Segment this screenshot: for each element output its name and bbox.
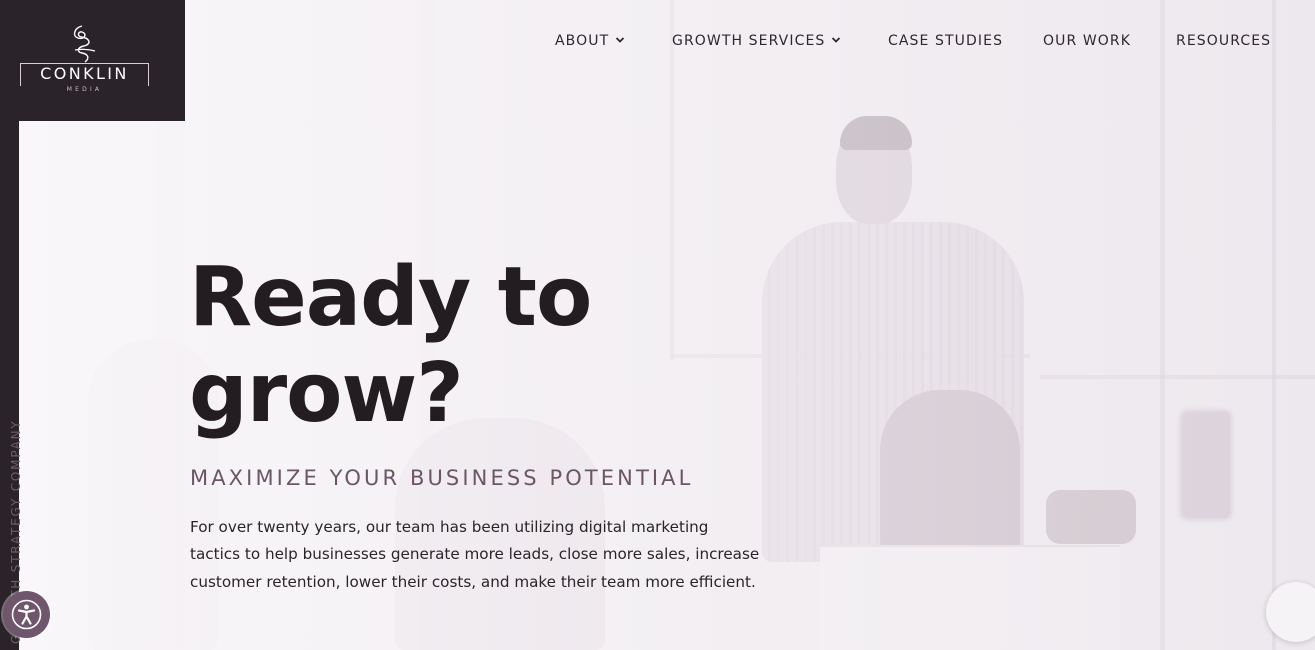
hero-title: Ready to grow? (189, 250, 592, 442)
nav-item-label: ABOUT (555, 33, 610, 49)
page: GROWTH STRATEGY COMPANY CONKLIN MEDIA AB… (0, 0, 1315, 650)
hero-description: For over twenty years, our team has been… (190, 518, 760, 591)
nav-item-label: CASE STUDIES (888, 33, 1004, 49)
chevron-down-icon (832, 37, 841, 43)
nav-item-case-studies[interactable]: CASE STUDIES (888, 30, 1003, 52)
nav-item-label: OUR WORK (1043, 33, 1132, 49)
logo-subtitle-text: MEDIA (62, 86, 107, 93)
hero-title-line-1: Ready to (189, 250, 592, 345)
logo[interactable]: CONKLIN MEDIA (0, 0, 185, 121)
nav-item-about[interactable]: ABOUT (555, 30, 626, 52)
nav-item-label: GROWTH SERVICES (672, 33, 826, 49)
main-nav: ABOUT GROWTH SERVICES CASE STUDIES OUR W… (0, 30, 1315, 52)
nav-item-growth-services[interactable]: GROWTH SERVICES (672, 30, 842, 52)
logo-wordmark: CONKLIN (40, 64, 129, 83)
hero-subtitle: MAXIMIZE YOUR BUSINESS POTENTIAL (190, 466, 694, 490)
logo-subtitle: MEDIA (20, 86, 149, 94)
nav-item-our-work[interactable]: OUR WORK (1043, 30, 1131, 52)
accessibility-button[interactable] (3, 591, 50, 638)
hero-title-line-2: grow? (189, 346, 464, 441)
nav-item-label: RESOURCES (1176, 33, 1272, 49)
nav-item-resources[interactable]: RESOURCES (1176, 30, 1271, 52)
chevron-down-icon (616, 37, 625, 43)
accessibility-person-icon (11, 599, 42, 630)
